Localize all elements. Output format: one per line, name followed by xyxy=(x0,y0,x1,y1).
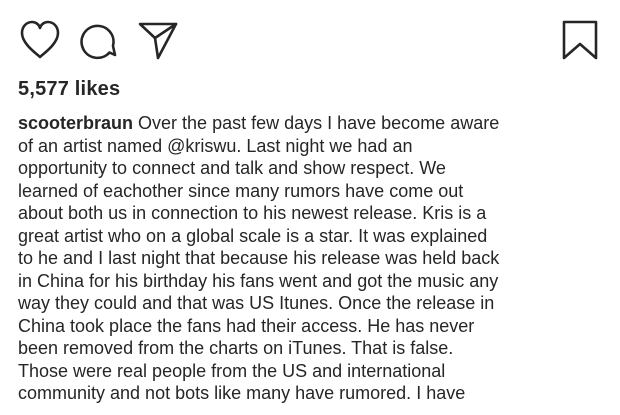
bookmark-icon[interactable] xyxy=(556,16,604,64)
caption-text: Over the past few days I have become awa… xyxy=(18,113,500,403)
post-action-bar xyxy=(16,16,604,64)
heart-icon[interactable] xyxy=(16,16,64,64)
comment-icon[interactable] xyxy=(74,16,122,64)
caption-username[interactable]: scooterbraun xyxy=(18,113,133,133)
likes-count[interactable]: 5,577 likes xyxy=(18,78,120,101)
post-caption: scooterbraun Over the past few days I ha… xyxy=(18,112,598,405)
paper-plane-icon[interactable] xyxy=(134,16,182,64)
